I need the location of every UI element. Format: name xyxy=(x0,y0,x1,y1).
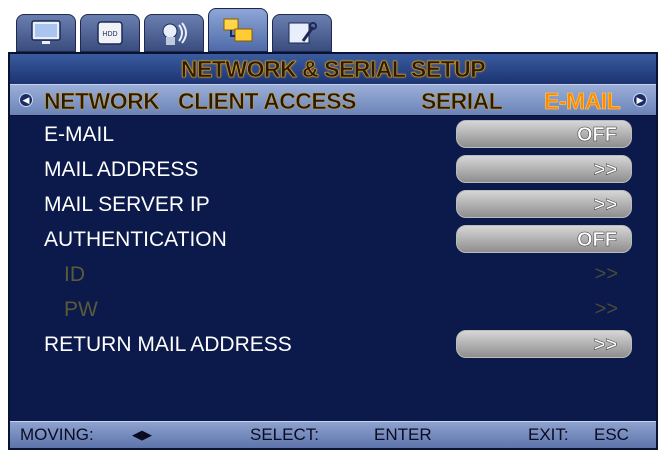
row-label: ID xyxy=(64,263,85,286)
tab-record[interactable] xyxy=(144,14,204,52)
left-right-arrows-icon: ◀▶ xyxy=(132,427,152,442)
camera-record-icon xyxy=(162,22,187,45)
settings-list: E-MAIL OFF MAIL ADDRESS >> MAIL SERVER I… xyxy=(10,116,656,424)
row-label: AUTHENTICATION xyxy=(44,228,227,251)
exit-label: EXIT: xyxy=(528,425,569,444)
mail-server-ip-button[interactable]: >> xyxy=(456,190,632,218)
subtab-bar: ◀ NETWORK CLIENT ACCESS SERIAL E-MAIL ▶ xyxy=(10,84,656,116)
value-text: >> xyxy=(594,263,618,285)
value-text: >> xyxy=(593,159,617,182)
hdd-icon-text: HDD xyxy=(102,31,117,38)
monitor-icon xyxy=(31,20,61,44)
row-id: ID >> xyxy=(10,260,656,290)
row-pw: PW >> xyxy=(10,295,656,325)
row-label: MAIL ADDRESS xyxy=(44,158,199,181)
value-text: OFF xyxy=(577,124,618,147)
row-label: E-MAIL xyxy=(44,123,115,146)
scroll-right-icon[interactable]: ▶ xyxy=(633,93,647,107)
return-mail-address-button[interactable]: >> xyxy=(456,330,632,358)
tab-client-access[interactable]: CLIENT ACCESS xyxy=(178,88,357,115)
row-return-mail-address[interactable]: RETURN MAIL ADDRESS >> xyxy=(10,330,656,360)
authentication-toggle[interactable]: OFF xyxy=(456,225,632,253)
row-label: MAIL SERVER IP xyxy=(44,193,210,216)
key-help-bar: MOVING: ◀▶ SELECT: ENTER EXIT: ESC xyxy=(10,421,656,448)
pw-value: >> xyxy=(456,297,632,321)
row-email[interactable]: E-MAIL OFF xyxy=(10,120,656,150)
row-authentication[interactable]: AUTHENTICATION OFF xyxy=(10,225,656,255)
row-mail-address[interactable]: MAIL ADDRESS >> xyxy=(10,155,656,185)
tab-network-settings[interactable]: NETWORK xyxy=(44,88,160,115)
page-title: NETWORK & SERIAL SETUP xyxy=(10,54,656,84)
tab-email[interactable]: E-MAIL xyxy=(544,88,621,115)
tab-network[interactable] xyxy=(208,8,268,52)
row-label: RETURN MAIL ADDRESS xyxy=(44,333,292,356)
top-tab-bar: HDD xyxy=(16,8,332,52)
esc-key-label: ESC xyxy=(594,425,629,444)
id-value: >> xyxy=(456,262,632,286)
scroll-left-icon[interactable]: ◀ xyxy=(19,93,33,107)
tab-display[interactable] xyxy=(16,14,76,52)
system-tools-icon xyxy=(288,22,317,44)
select-label: SELECT: xyxy=(250,425,319,444)
hdd-icon: HDD xyxy=(97,21,123,45)
row-mail-server-ip[interactable]: MAIL SERVER IP >> xyxy=(10,190,656,220)
enter-key-label: ENTER xyxy=(374,425,432,444)
tab-system[interactable] xyxy=(272,14,332,52)
mail-address-button[interactable]: >> xyxy=(456,155,632,183)
email-toggle[interactable]: OFF xyxy=(456,120,632,148)
moving-label: MOVING: xyxy=(20,425,94,444)
network-icon xyxy=(223,18,253,42)
row-label: PW xyxy=(64,298,98,321)
value-text: OFF xyxy=(577,229,618,252)
tab-serial[interactable]: SERIAL xyxy=(421,88,503,115)
value-text: >> xyxy=(593,194,617,217)
value-text: >> xyxy=(593,334,617,357)
value-text: >> xyxy=(594,298,618,320)
setup-window: NETWORK & SERIAL SETUP ◀ NETWORK CLIENT … xyxy=(8,52,658,450)
tab-hdd[interactable]: HDD xyxy=(80,14,140,52)
